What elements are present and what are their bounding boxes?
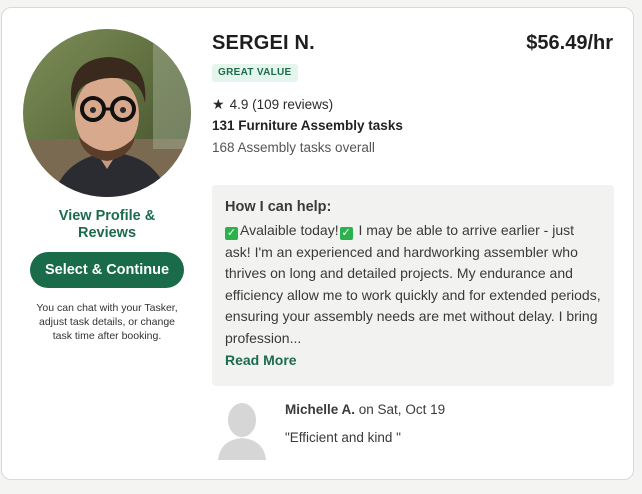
hourly-rate: $56.49/hr bbox=[526, 32, 613, 54]
view-profile-label-line2: Reviews bbox=[77, 225, 137, 241]
category-task-count: 131 Furniture Assembly tasks bbox=[212, 118, 403, 133]
select-continue-button[interactable]: Select & Continue bbox=[30, 252, 184, 288]
reviewer-name: Michelle A. bbox=[285, 402, 356, 417]
help-title: How I can help: bbox=[225, 199, 332, 215]
overall-task-count: 168 Assembly tasks overall bbox=[212, 140, 375, 155]
review-date: on Sat, Oct 19 bbox=[355, 402, 446, 417]
view-profile-label-line1: View Profile & bbox=[58, 208, 156, 224]
review-snippet: Michelle A. on Sat, Oct 19 "Efficient an… bbox=[212, 400, 614, 468]
person-silhouette-icon bbox=[218, 400, 266, 460]
help-description: ✓ Avalaible today! ✓ I may be able to arri… bbox=[225, 220, 601, 349]
great-value-badge: GREAT VALUE bbox=[212, 64, 298, 82]
view-profile-link[interactable]: View Profile & Reviews bbox=[32, 208, 182, 242]
review-text: "Efficient and kind " bbox=[285, 430, 401, 445]
reviewer-line: Michelle A. on Sat, Oct 19 bbox=[285, 402, 445, 417]
tasker-photo bbox=[23, 29, 191, 197]
check-mark-icon: ✓ bbox=[225, 227, 238, 240]
tasker-card: View Profile & Reviews Select & Continue… bbox=[1, 7, 634, 480]
help-segment-2: I may be able to arrive earlier - just a… bbox=[225, 222, 601, 346]
rating-text: 4.9 (109 reviews) bbox=[229, 97, 334, 112]
tasker-name: SERGEI N. bbox=[212, 32, 315, 54]
read-more-link[interactable]: Read More bbox=[225, 352, 297, 368]
star-icon: ★ bbox=[212, 96, 225, 112]
help-segment-1: Avalaible today! bbox=[240, 222, 339, 238]
how-i-can-help-box: How I can help: ✓ Avalaible today! ✓ I may… bbox=[212, 185, 614, 386]
booking-helper-text: You can chat with your Tasker, adjust ta… bbox=[36, 302, 178, 342]
tasker-left-column: View Profile & Reviews Select & Continue… bbox=[2, 8, 212, 479]
check-mark-icon: ✓ bbox=[339, 227, 353, 240]
rating-summary: ★ 4.9 (109 reviews) bbox=[212, 96, 333, 113]
